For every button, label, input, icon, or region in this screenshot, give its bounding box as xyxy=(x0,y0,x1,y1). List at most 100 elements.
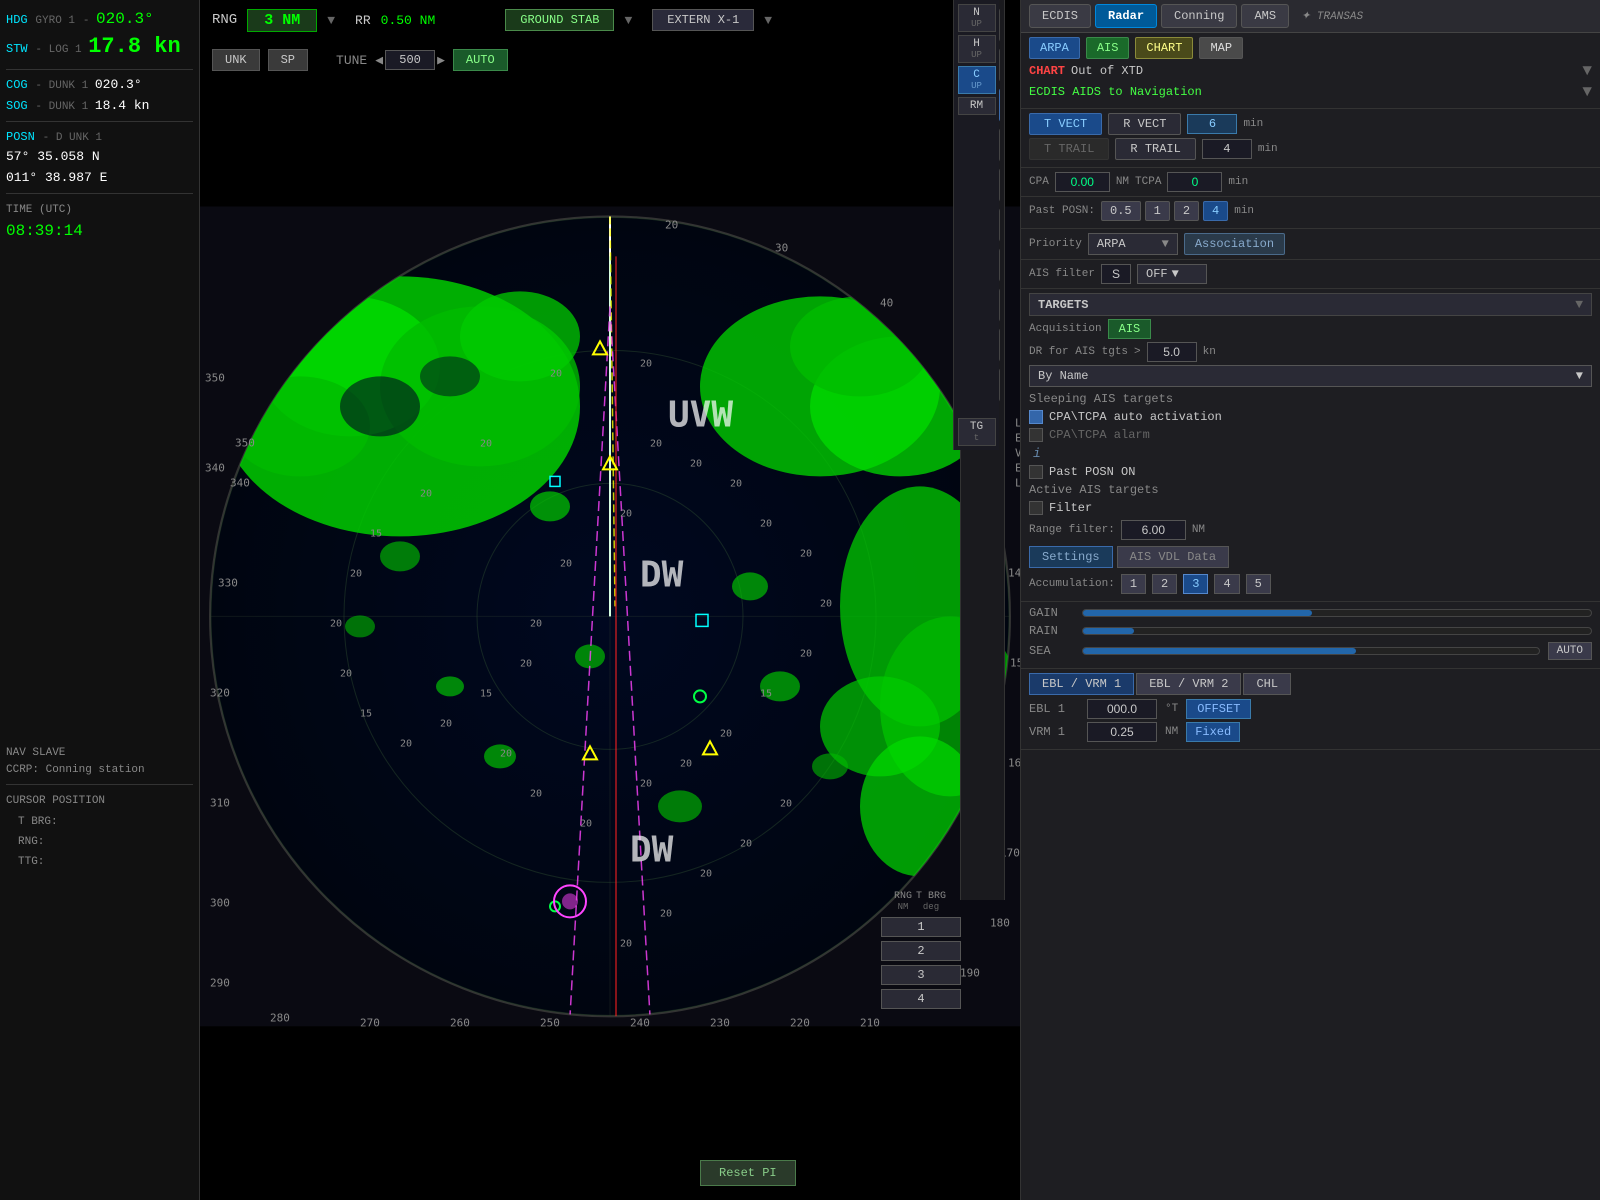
rain-row: RAIN xyxy=(1029,624,1592,638)
ais-filter-input[interactable] xyxy=(1101,264,1131,284)
acq-ais-btn[interactable]: AIS xyxy=(1108,319,1152,339)
acc-5-btn[interactable]: 5 xyxy=(1246,574,1271,594)
posn-05-btn[interactable]: 0.5 xyxy=(1101,201,1141,221)
rng-dropdown-arrow[interactable]: ▼ xyxy=(327,13,335,28)
ais-btn[interactable]: AIS xyxy=(1086,37,1130,59)
svg-text:270: 270 xyxy=(360,1016,380,1026)
unk-btn[interactable]: UNK xyxy=(212,49,260,71)
radar-controls-row2: UNK SP TUNE ◀ 500 ▶ AUTO xyxy=(200,42,960,78)
offset-btn[interactable]: OFFSET xyxy=(1186,699,1251,719)
nav-slave: NAV SLAVE xyxy=(6,747,65,759)
pi-4-btn[interactable]: 4 xyxy=(881,989,961,1009)
chart-btn[interactable]: CHART xyxy=(1135,37,1193,59)
reset-pi-btn[interactable]: Reset PI xyxy=(700,1160,796,1186)
cpa-tcpa-auto-checkbox[interactable] xyxy=(1029,410,1043,424)
targets-header[interactable]: TARGETS ▼ xyxy=(1029,293,1592,316)
tcpa-input[interactable] xyxy=(1167,172,1222,192)
stab-btn[interactable]: GROUND STAB xyxy=(505,9,614,31)
conning-btn[interactable]: Conning xyxy=(1161,4,1237,28)
tg-btn[interactable]: TG t xyxy=(958,418,996,446)
rm-btn[interactable]: RM xyxy=(958,97,996,115)
stab-dropdown[interactable]: ▼ xyxy=(624,13,632,28)
arpa-btn[interactable]: ARPA xyxy=(1029,37,1080,59)
rain-slider[interactable] xyxy=(1082,627,1592,635)
t-vect-btn[interactable]: T VECT xyxy=(1029,113,1102,135)
vect-num-input[interactable]: 6 xyxy=(1187,114,1237,134)
priority-arpa-dropdown[interactable]: ARPA ▼ xyxy=(1088,233,1178,255)
pi-2-btn[interactable]: 2 xyxy=(881,941,961,961)
gain-slider[interactable] xyxy=(1082,609,1592,617)
stw-label: STW xyxy=(6,42,28,56)
fixed-btn[interactable]: Fixed xyxy=(1186,722,1240,742)
rng-value[interactable]: 3 NM xyxy=(247,9,317,32)
acc-3-btn[interactable]: 3 xyxy=(1183,574,1208,594)
range-filter-label: Range filter: xyxy=(1029,524,1115,536)
posn-2-btn[interactable]: 2 xyxy=(1174,201,1199,221)
dr-input[interactable] xyxy=(1147,342,1197,362)
acc-2-btn[interactable]: 2 xyxy=(1152,574,1177,594)
cpa-tcpa-alarm-label: CPA\TCPA alarm xyxy=(1049,428,1150,442)
posn-1-btn[interactable]: 1 xyxy=(1145,201,1170,221)
acc-1-btn[interactable]: 1 xyxy=(1121,574,1146,594)
svg-text:140: 140 xyxy=(1008,566,1020,579)
by-name-dropdown[interactable]: By Name ▼ xyxy=(1029,365,1592,387)
ecdis-aids-dropdown[interactable]: ▼ xyxy=(1582,83,1592,101)
svg-text:20: 20 xyxy=(730,478,742,489)
r-vect-btn[interactable]: R VECT xyxy=(1108,113,1181,135)
ebl-vrm1-tab[interactable]: EBL / VRM 1 xyxy=(1029,673,1134,695)
map-btn[interactable]: MAP xyxy=(1199,37,1243,59)
targets-dropdown-arrow: ▼ xyxy=(1575,297,1583,312)
settings-btn[interactable]: Settings xyxy=(1029,546,1113,568)
ebl-vrm2-tab[interactable]: EBL / VRM 2 xyxy=(1136,673,1241,695)
sea-auto-btn[interactable]: AUTO xyxy=(1548,642,1592,660)
hdg-label: HDG xyxy=(6,13,28,27)
ebl1-deg: °T xyxy=(1165,703,1178,715)
n-up-btn[interactable]: N UP xyxy=(958,4,996,32)
tune-next-btn[interactable]: ▶ xyxy=(437,53,445,68)
cpa-tcpa-alarm-checkbox[interactable] xyxy=(1029,428,1043,442)
auto-btn[interactable]: AUTO xyxy=(453,49,508,71)
chl-tab[interactable]: CHL xyxy=(1243,673,1291,695)
posn-4-btn[interactable]: 4 xyxy=(1203,201,1228,221)
filter-checkbox[interactable] xyxy=(1029,501,1043,515)
right-panel: ECDIS Radar Conning AMS ✦ TRANSAS ARPA A… xyxy=(1020,0,1600,1200)
sea-slider-fill xyxy=(1083,648,1356,654)
svg-text:350: 350 xyxy=(205,371,225,384)
r-trail-btn[interactable]: R TRAIL xyxy=(1115,138,1195,160)
svg-text:20: 20 xyxy=(440,718,452,729)
past-posn-on-checkbox[interactable] xyxy=(1029,465,1043,479)
cpa-input[interactable] xyxy=(1055,172,1110,192)
t-trail-btn[interactable]: T TRAIL xyxy=(1029,138,1109,160)
chart-alert-dropdown[interactable]: ▼ xyxy=(1582,62,1592,80)
ecdis-btn[interactable]: ECDIS xyxy=(1029,4,1091,28)
radar-btn[interactable]: Radar xyxy=(1095,4,1157,28)
ebl1-input[interactable] xyxy=(1087,699,1157,719)
ecdis-aids: ECDIS AIDS to Navigation xyxy=(1029,85,1202,99)
tune-prev-btn[interactable]: ◀ xyxy=(375,53,383,68)
pi-1-btn[interactable]: 1 xyxy=(881,917,961,937)
extern-btn[interactable]: EXTERN X-1 xyxy=(652,9,754,31)
ams-btn[interactable]: AMS xyxy=(1241,4,1289,28)
pi-3-btn[interactable]: 3 xyxy=(881,965,961,985)
svg-text:310: 310 xyxy=(210,796,230,809)
cpa-section: CPA NM TCPA min xyxy=(1021,168,1600,197)
sp-btn[interactable]: SP xyxy=(268,49,308,71)
h-label: H xyxy=(965,38,989,50)
by-name-label: By Name xyxy=(1038,369,1088,383)
stw-value: 17.8 kn xyxy=(88,34,180,59)
acc-4-btn[interactable]: 4 xyxy=(1214,574,1239,594)
extern-dropdown[interactable]: ▼ xyxy=(764,13,772,28)
tg-sub: t xyxy=(963,433,991,443)
sea-slider[interactable] xyxy=(1082,647,1540,655)
trail-num-input[interactable]: 4 xyxy=(1202,139,1252,159)
ais-vdl-btn[interactable]: AIS VDL Data xyxy=(1117,546,1229,568)
ebl1-row: EBL 1 °T OFFSET xyxy=(1029,699,1592,719)
c-up-btn[interactable]: C UP xyxy=(958,66,996,94)
range-filter-input[interactable] xyxy=(1121,520,1186,540)
stw-sensor: - LOG 1 xyxy=(35,44,88,56)
h-up-btn[interactable]: H UP xyxy=(958,35,996,63)
radar-area[interactable]: 60 70 80 90 20 30 40 340 330 320 310 300… xyxy=(200,0,1020,1200)
ais-filter-off-dropdown[interactable]: OFF ▼ xyxy=(1137,264,1207,284)
vrm1-input[interactable] xyxy=(1087,722,1157,742)
association-btn[interactable]: Association xyxy=(1184,233,1285,255)
